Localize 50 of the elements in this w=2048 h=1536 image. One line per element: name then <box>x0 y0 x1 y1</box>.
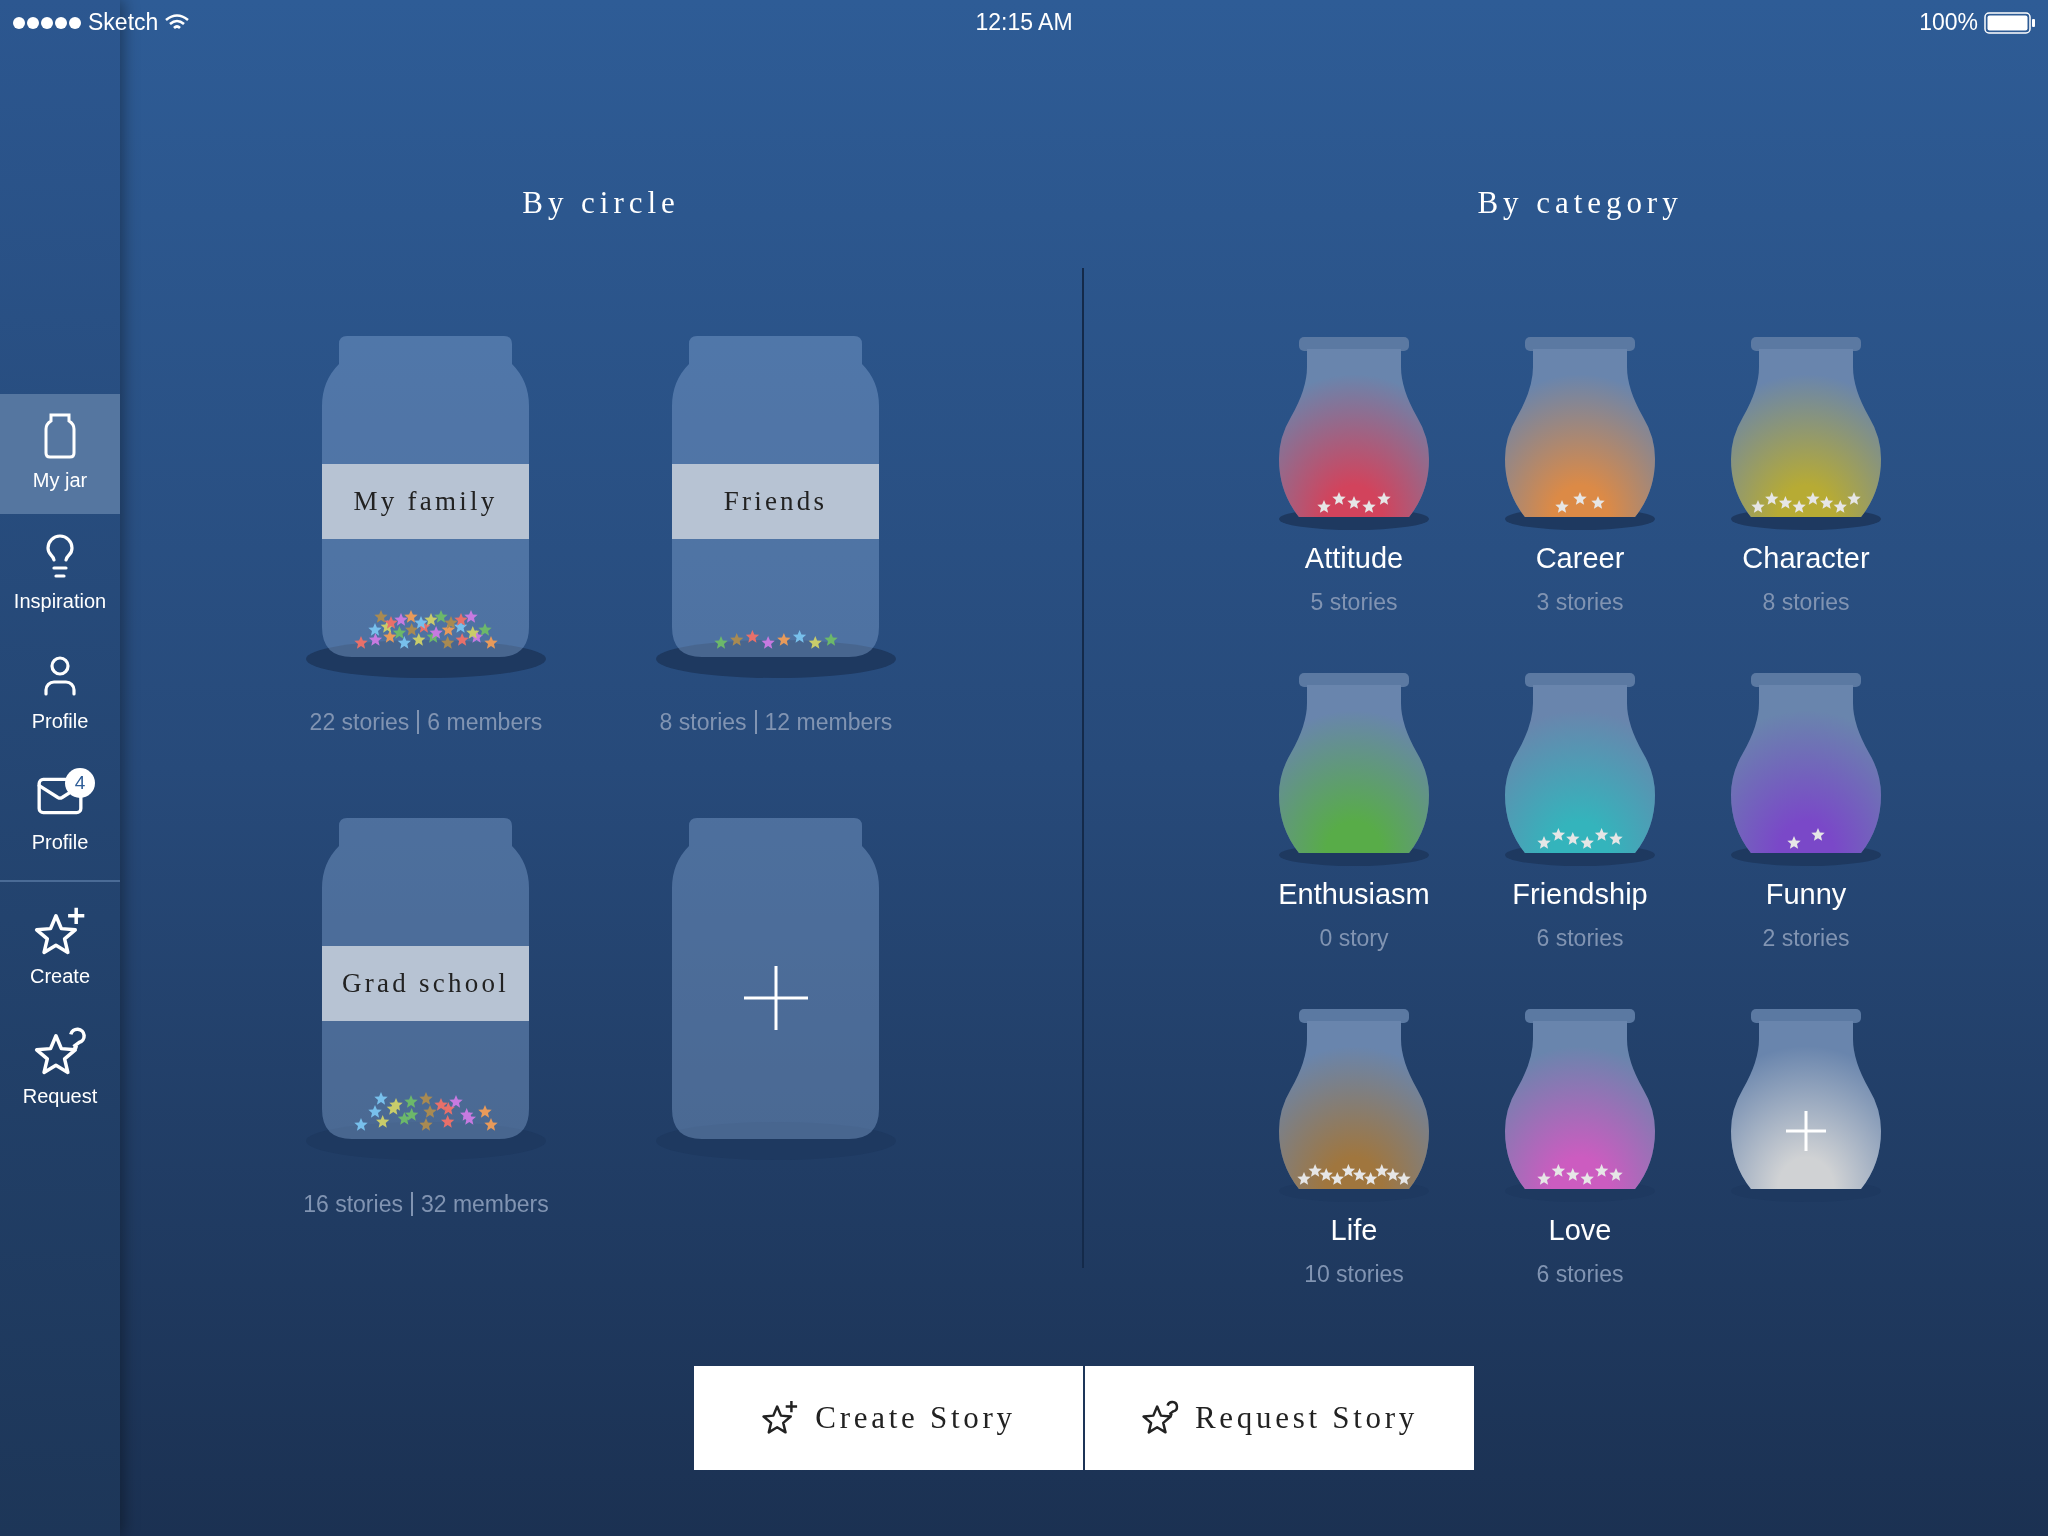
story-count: 22 stories <box>309 708 410 737</box>
create-story-button[interactable]: Create Story <box>694 1366 1083 1470</box>
story-count: 6 stories <box>1536 923 1624 953</box>
signal-icon <box>12 15 82 30</box>
sidebar-action[interactable]: Create <box>0 888 120 1008</box>
star-arrow-icon <box>1140 1399 1179 1437</box>
category-name: Character <box>1742 541 1870 576</box>
story-count: 0 story <box>1319 923 1389 953</box>
section-title: By circle <box>522 184 680 222</box>
category-name: Love <box>1548 1213 1612 1248</box>
category-name: Life <box>1330 1213 1378 1248</box>
category-name: Friendship <box>1512 877 1648 912</box>
sidebar-item[interactable]: My jar <box>0 394 120 514</box>
vase-drawing[interactable] <box>1731 673 1881 867</box>
story-count: 5 stories <box>1310 587 1398 617</box>
story-count: 3 stories <box>1536 587 1624 617</box>
category-name: Enthusiasm <box>1278 877 1430 912</box>
sidebar-item[interactable]: Profile <box>0 634 120 754</box>
category-name: Funny <box>1765 877 1847 912</box>
vase-drawing[interactable] <box>1279 673 1429 867</box>
member-count: 32 members <box>420 1189 549 1219</box>
request-story-button[interactable]: Request Story <box>1085 1366 1474 1470</box>
vase-drawing[interactable] <box>1505 673 1655 867</box>
vase-drawing[interactable] <box>1279 337 1429 531</box>
story-count: 6 stories <box>1536 1259 1624 1289</box>
star-plus-icon <box>761 1399 800 1437</box>
sidebar-item[interactable]: Profile 4 <box>0 754 120 874</box>
sidebar-item[interactable]: Inspiration <box>0 514 120 634</box>
story-count: 8 stories <box>1762 587 1850 617</box>
story-count: 2 stories <box>1762 923 1850 953</box>
jar-label: Grad school <box>322 945 529 1021</box>
carrier-name: Sketch <box>88 8 159 38</box>
sidebar-action[interactable]: Request <box>0 1008 120 1128</box>
vase-drawing[interactable] <box>1505 337 1655 531</box>
category-name: Attitude <box>1304 541 1404 576</box>
jar-label: Friends <box>672 464 879 539</box>
member-count: 12 members <box>764 708 893 737</box>
battery-icon <box>1984 11 2036 34</box>
clock-time: 12:15 AM <box>974 8 1074 38</box>
category-name: Career <box>1535 541 1625 576</box>
battery-percent: 100% <box>1919 8 1978 38</box>
story-count: 10 stories <box>1304 1259 1404 1289</box>
member-count: 6 members <box>427 708 543 737</box>
section-title: By category <box>1477 184 1683 222</box>
notification-badge: 4 <box>65 768 95 798</box>
jar-icon <box>43 413 77 459</box>
story-count: 8 stories <box>659 708 747 737</box>
story-count: 16 stories <box>303 1189 403 1219</box>
vase-drawing[interactable] <box>1731 337 1881 531</box>
jar-label: My family <box>322 464 529 539</box>
